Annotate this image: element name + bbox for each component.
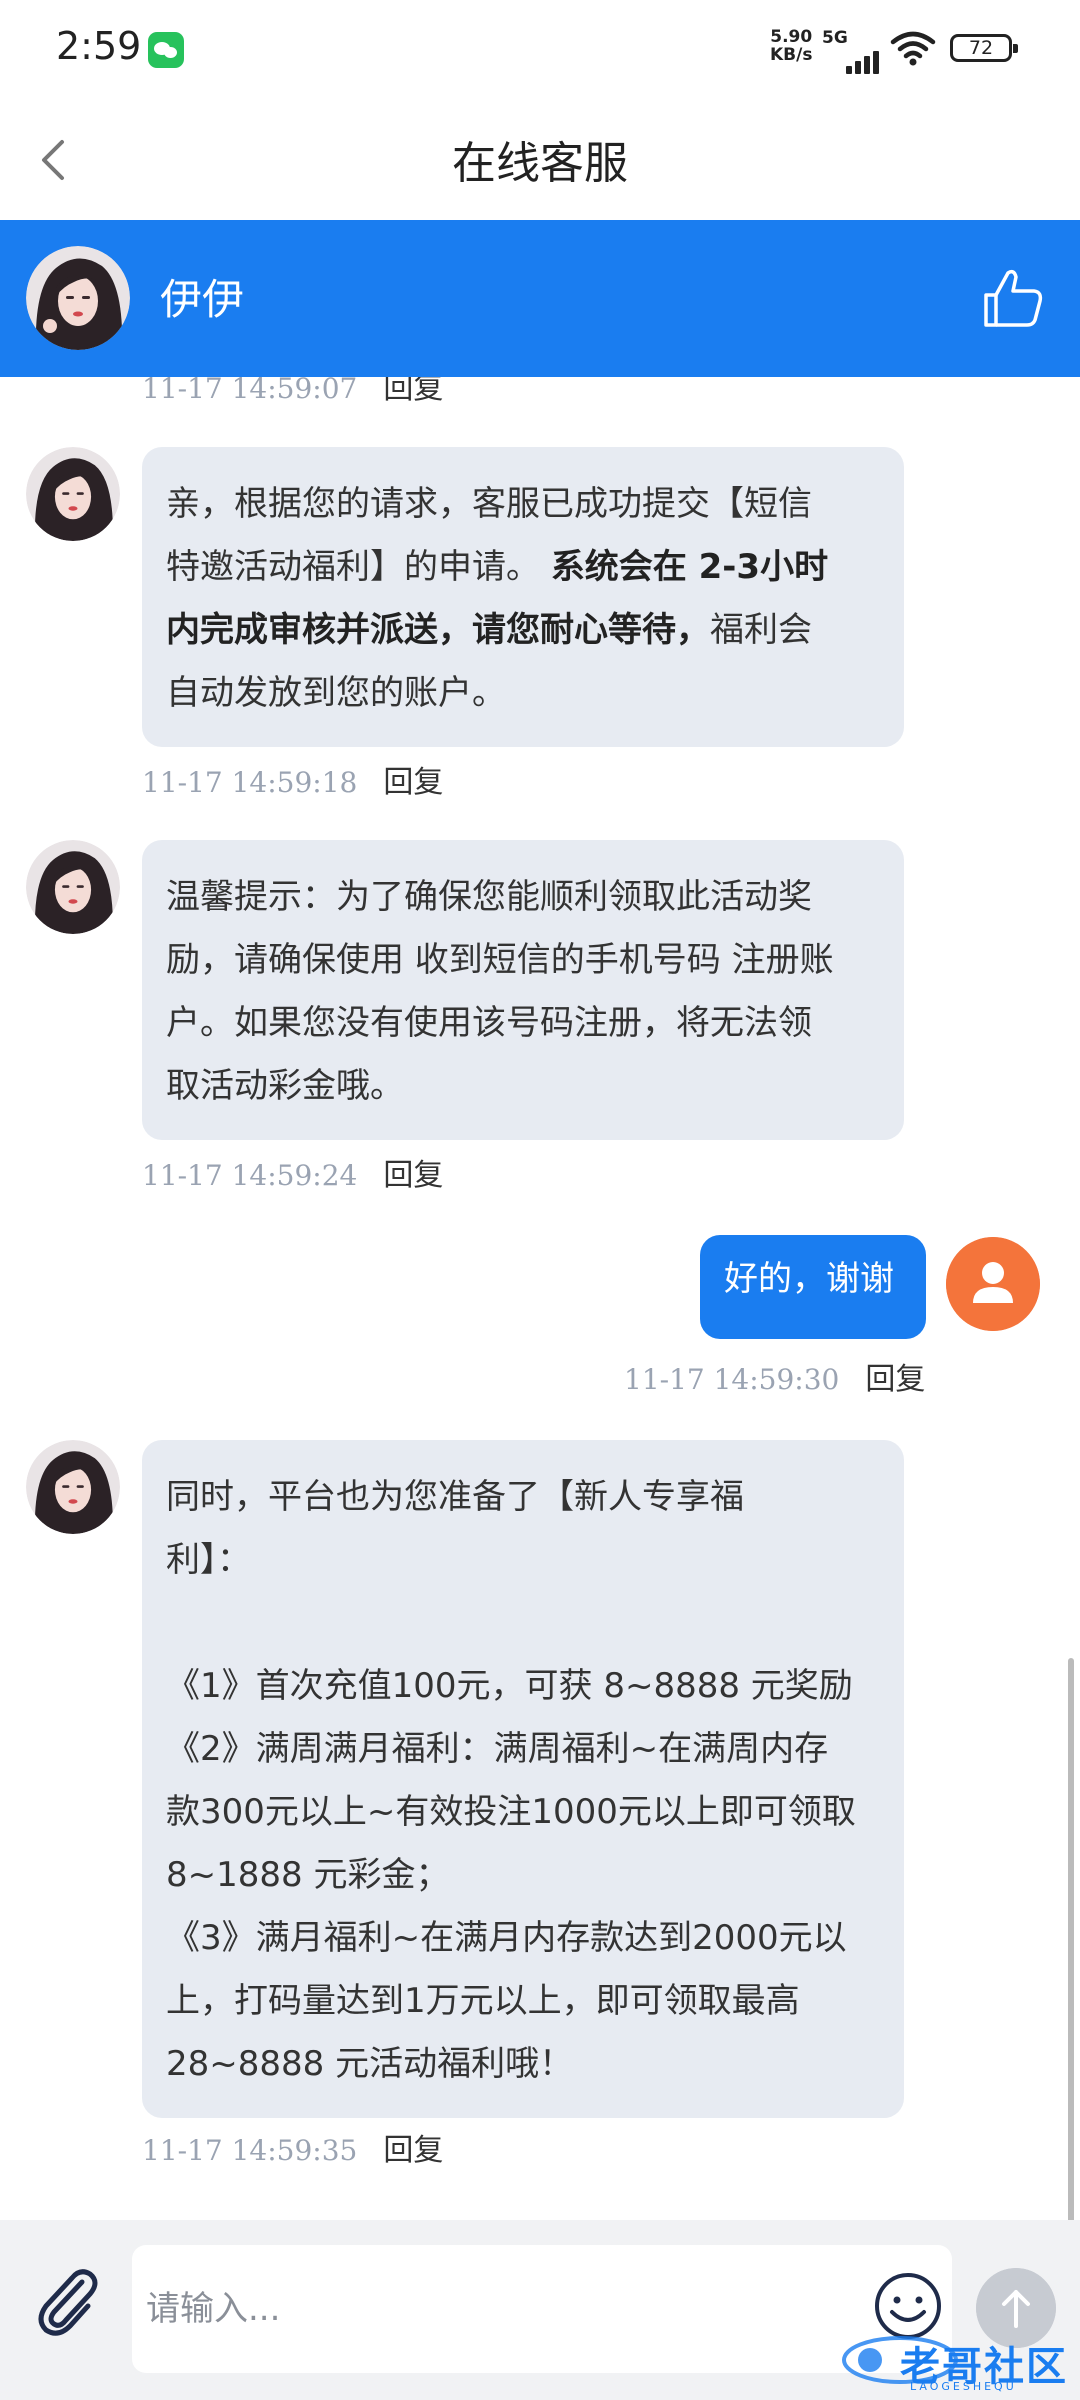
battery-icon: 72 (950, 34, 1018, 62)
message-bold-text: 系统会在 2-3小时 (550, 547, 829, 587)
message-text: 好的，谢谢 (724, 1259, 894, 1299)
reply-button[interactable]: 回复 (383, 377, 443, 406)
message-meta: 11-17 14:59:35 回复 (142, 2125, 443, 2169)
page-title: 在线客服 (452, 138, 628, 189)
message-line: 亲，根据您的请求，客服已成功提交【短信 (166, 484, 812, 524)
message-list[interactable]: 11-17 14:59:07 回复 亲，根据您的请求，客服已成功提交【短信 特邀活… (0, 377, 1080, 2220)
scrollbar[interactable] (1068, 1658, 1074, 2228)
message-bold-text: 内完成审核并派送，请您耐心等待， (166, 610, 710, 650)
message-line: 《2》满周满月福利：满周福利~在满周内存 (166, 1729, 829, 1769)
message-time: 11-17 14:59:18 (142, 766, 358, 799)
status-bar: 2:59 5.90 KB/s 5G 72 (0, 0, 1080, 100)
network-speed-value: 5.90 (770, 27, 813, 47)
message-line: 特邀活动福利】的申请。 系统会在 2-3小时 (166, 536, 880, 599)
message-line: 取活动彩金哦。 (166, 1066, 404, 1106)
message-input[interactable] (132, 2245, 952, 2373)
message-line: 上，打码量达到1万元以上，即可领取最高 (166, 1981, 800, 2021)
message-line: 款300元以上~有效投注1000元以上即可领取 (166, 1792, 856, 1832)
wechat-notification-icon (148, 32, 184, 68)
watermark-logo: 老哥社区 LAOGESHEQU (840, 2330, 1070, 2394)
agent-avatar[interactable] (26, 447, 120, 541)
message-time: 11-17 14:59:24 (142, 1159, 358, 1192)
message-line: 28~8888 元活动福利哦！ (166, 2044, 574, 2084)
message-line: 励，请确保使用 收到短信的手机号码 注册账 (166, 940, 834, 980)
message-line: 户。如果您没有使用该号码注册，将无法领 (166, 1003, 812, 1043)
agent-name: 伊伊 (160, 275, 245, 324)
nav-bar: 在线客服 (0, 100, 1080, 220)
user-avatar[interactable] (946, 1237, 1040, 1331)
signal-icon (836, 44, 882, 74)
reply-button[interactable]: 回复 (383, 1158, 443, 1193)
reply-button[interactable]: 回复 (383, 2133, 443, 2168)
message-time: 11-17 14:59:30 (624, 1363, 840, 1396)
message-line: 温馨提示：为了确保您能顺利领取此活动奖 (166, 877, 812, 917)
thumbs-up-icon[interactable] (980, 265, 1046, 331)
agent-message-bubble: 同时，平台也为您准备了【新人专享福 利】： 《1》首次充值100元，可获 8~8… (142, 1440, 904, 2118)
network-speed: 5.90 KB/s (770, 28, 812, 64)
message-line: 同时，平台也为您准备了【新人专享福 (166, 1477, 744, 1517)
message-time: 11-17 14:59:35 (142, 2134, 358, 2167)
message-time: 11-17 14:59:07 (142, 377, 358, 405)
message-text: 福利会 (710, 610, 812, 650)
agent-message-bubble: 亲，根据您的请求，客服已成功提交【短信 特邀活动福利】的申请。 系统会在 2-3… (142, 447, 904, 747)
user-message-bubble: 好的，谢谢 (700, 1235, 926, 1339)
message-line: 内完成审核并派送，请您耐心等待，福利会 (166, 599, 880, 662)
network-speed-unit: KB/s (770, 45, 813, 65)
agent-avatar[interactable] (26, 840, 120, 934)
agent-avatar[interactable] (26, 246, 130, 350)
battery-level: 72 (968, 37, 994, 59)
agent-header: 伊伊 (0, 220, 1080, 377)
message-meta: 11-17 14:59:18 回复 (142, 757, 443, 801)
agent-message-bubble: 温馨提示：为了确保您能顺利领取此活动奖 励，请确保使用 收到短信的手机号码 注册… (142, 840, 904, 1140)
message-line: 《1》首次充值100元，可获 8~8888 元奖励 (166, 1666, 853, 1706)
status-time: 2:59 (56, 24, 142, 68)
watermark-subtext: LAOGESHEQU (910, 2380, 1017, 2393)
message-meta: 11-17 14:59:24 回复 (142, 1150, 443, 1194)
message-line: 自动发放到您的账户。 (166, 673, 506, 713)
message-line: 《3》满月福利~在满月内存款达到2000元以 (166, 1918, 847, 1958)
wifi-icon (890, 31, 936, 66)
message-line: 8~1888 元彩金； (166, 1855, 450, 1895)
paperclip-icon[interactable] (30, 2260, 102, 2340)
reply-button[interactable]: 回复 (383, 765, 443, 800)
reply-button[interactable]: 回复 (865, 1362, 925, 1397)
message-meta: 11-17 14:59:07 回复 (142, 377, 443, 407)
message-line: 利】： (166, 1540, 251, 1580)
agent-avatar[interactable] (26, 1440, 120, 1534)
message-line (166, 1592, 880, 1655)
message-meta: 11-17 14:59:30 回复 (624, 1354, 925, 1398)
message-text: 特邀活动福利】的申请。 (166, 547, 551, 587)
